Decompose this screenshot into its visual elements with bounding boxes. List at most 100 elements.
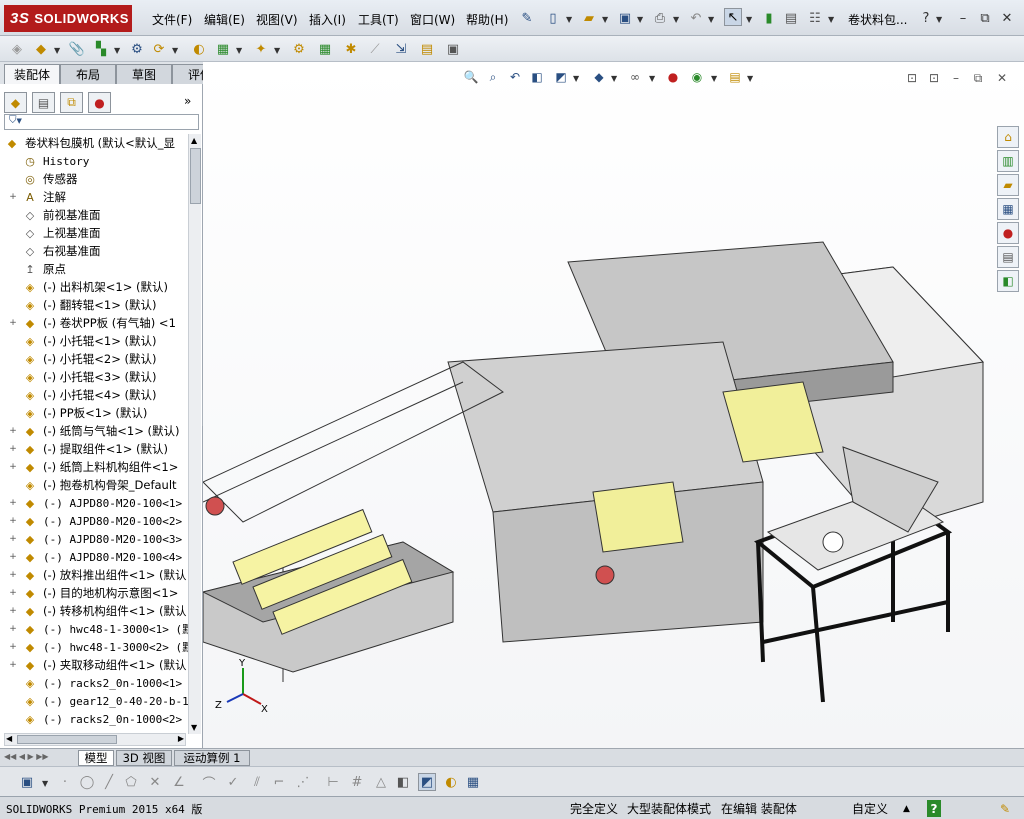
table-icon[interactable]: ▦	[464, 773, 482, 791]
menu-window[interactable]: 窗口(W)	[410, 11, 455, 28]
tree-item[interactable]: ↥ 原点	[0, 260, 66, 278]
tree-item[interactable]: ◈ (-) 抱卷机构骨架_Default	[0, 476, 177, 494]
tree-item[interactable]: ◇ 前视基准面	[0, 206, 101, 224]
apply-scene-dropdown-icon[interactable]: ▼	[711, 74, 717, 83]
new-motion-study-icon[interactable]: ⚙	[290, 40, 308, 58]
tree-expander-icon[interactable]: +	[8, 534, 18, 544]
bill-of-materials-icon[interactable]: ▦	[316, 40, 334, 58]
new-document-icon[interactable]: ▯	[544, 9, 562, 27]
tree-item[interactable]: ◇ 上视基准面	[0, 224, 101, 242]
tree-expander-icon[interactable]: +	[8, 570, 18, 580]
tree-item[interactable]: + ◆ (-) 目的地机构示意图<1>	[0, 584, 178, 602]
doc-close-icon[interactable]: ✕	[994, 70, 1010, 86]
triangle-icon[interactable]: △	[372, 773, 390, 791]
open-folder-icon[interactable]: ▰	[580, 9, 598, 27]
custom-properties-icon[interactable]: ▤	[997, 246, 1019, 268]
reference-geometry-icon[interactable]: ✦	[252, 40, 270, 58]
options-icon[interactable]: ☷	[806, 9, 824, 27]
new-dropdown-icon[interactable]: ▼	[566, 15, 572, 24]
scroll-down-icon[interactable]: ▼	[191, 723, 197, 732]
solidworks-logo[interactable]: 3S SOLIDWORKS	[4, 5, 132, 32]
tree-item[interactable]: ◈ (-) 翻转辊<1> (默认)	[0, 296, 157, 314]
tree-item[interactable]: + ◆ (-) hwc48-1-3000<1> (默认	[0, 620, 188, 638]
select-dropdown-icon[interactable]: ▼	[746, 15, 752, 24]
view-palette-icon[interactable]: ▦	[997, 198, 1019, 220]
solidworks-forum-icon[interactable]: ◧	[997, 270, 1019, 292]
view-orientation-icon[interactable]: ◩	[553, 69, 569, 85]
tree-expander-icon[interactable]: +	[8, 498, 18, 508]
show-hidden-icon[interactable]: ◐	[190, 40, 208, 58]
configuration-manager-icon[interactable]: ⧉	[60, 92, 83, 113]
grid-icon[interactable]: #	[348, 773, 366, 791]
graphics-area[interactable]: Y X Z	[203, 62, 1024, 748]
minimize-icon[interactable]: –	[954, 9, 972, 27]
hide-show-dropdown-icon[interactable]: ▼	[649, 74, 655, 83]
rebuild-traffic-light-icon[interactable]: ▮	[760, 9, 778, 27]
linear-pattern-icon[interactable]: ▚	[92, 40, 110, 58]
tab-3d-view[interactable]: 3D 视图	[116, 750, 172, 766]
tree-item[interactable]: ◈ (-) PP板<1> (默认)	[0, 404, 148, 422]
menu-file[interactable]: 文件(F)	[152, 11, 192, 28]
section-view-icon[interactable]: ◧	[529, 69, 545, 85]
menu-insert[interactable]: 插入(I)	[309, 11, 346, 28]
reference-dropdown-icon[interactable]: ▼	[274, 46, 280, 55]
viewport-split-horizontal-icon[interactable]: ⊡	[904, 70, 920, 86]
save-icon[interactable]: ▣	[616, 9, 634, 27]
tree-expander-icon[interactable]: +	[8, 318, 18, 328]
expand-tabs-icon[interactable]: »	[184, 94, 191, 108]
angle-icon[interactable]: ∠	[170, 773, 188, 791]
restore-icon[interactable]: ⧉	[976, 9, 994, 27]
open-dropdown-icon[interactable]: ▼	[602, 15, 608, 24]
menu-tools[interactable]: 工具(T)	[358, 11, 399, 28]
tab-nav-arrows-icon[interactable]: ◀◀ ◀ ▶ ▶▶	[4, 752, 49, 761]
hide-show-items-icon[interactable]: ∞	[627, 69, 643, 85]
tab-assembly[interactable]: 装配体	[4, 64, 60, 84]
appearances-icon[interactable]: ●	[997, 222, 1019, 244]
dimension-icon[interactable]: ⊢	[324, 773, 342, 791]
tree-expander-icon[interactable]: +	[8, 624, 18, 634]
tree-item[interactable]: ◈ (-) 小托辊<2> (默认)	[0, 350, 157, 368]
design-library-icon[interactable]: ▥	[997, 150, 1019, 172]
tree-item[interactable]: + ◆ (-) 夹取移动组件<1> (默认	[0, 656, 186, 674]
tab-sketch[interactable]: 草图	[116, 64, 172, 84]
solidworks-resources-icon[interactable]: ⌂	[997, 126, 1019, 148]
line-icon[interactable]: ╱	[100, 773, 118, 791]
insert-components-dropdown-icon[interactable]: ▼	[54, 46, 60, 55]
update-speedpak-icon[interactable]: ▤	[418, 40, 436, 58]
tree-expander-icon[interactable]: +	[8, 444, 18, 454]
corner-icon[interactable]: ⌐	[270, 773, 288, 791]
tree-item[interactable]: ◈ (-) 小托辊<1> (默认)	[0, 332, 157, 350]
mate-icon[interactable]: 📎	[68, 40, 86, 58]
insert-components-icon[interactable]: ◆	[32, 40, 50, 58]
display-style-icon[interactable]: ◆	[591, 69, 607, 85]
tag-icon[interactable]: ✎	[1000, 800, 1010, 817]
tab-layout[interactable]: 布局	[60, 64, 116, 84]
doc-minimize-icon[interactable]: –	[948, 70, 964, 86]
features-dropdown-icon[interactable]: ▼	[236, 46, 242, 55]
viewport-split-vertical-icon[interactable]: ⊡	[926, 70, 942, 86]
tree-expander-icon[interactable]: +	[8, 426, 18, 436]
assembly-features-icon[interactable]: ▦	[214, 40, 232, 58]
scroll-up-icon[interactable]: ▲	[191, 136, 197, 145]
pattern-dropdown-icon[interactable]: ▼	[114, 46, 120, 55]
tree-item[interactable]: ◈ (-) 小托辊<3> (默认)	[0, 368, 157, 386]
tree-item[interactable]: ◎ 传感器	[0, 170, 77, 188]
tree-vertical-scrollbar[interactable]: ▲ ▼	[188, 134, 201, 734]
scroll-left-icon[interactable]: ◀	[6, 734, 12, 743]
zoom-to-fit-icon[interactable]: 🔍	[463, 69, 479, 85]
view-cube-icon[interactable]: ◧	[394, 773, 412, 791]
menu-edit[interactable]: 编辑(E)	[204, 11, 245, 28]
offset-icon[interactable]: ⫽	[248, 773, 266, 791]
tree-expander-icon[interactable]: +	[8, 462, 18, 472]
tab-motion-study[interactable]: 运动算例 1	[174, 750, 250, 766]
take-snapshot-icon[interactable]: ▣	[444, 40, 462, 58]
explode-line-sketch-icon[interactable]: ⟋	[366, 40, 384, 58]
pin-icon[interactable]: ✎	[518, 9, 536, 27]
tree-item[interactable]: ◷ History	[0, 152, 89, 170]
tree-item[interactable]: ◈ (-) 小托辊<4> (默认)	[0, 386, 157, 404]
shaded-view-icon[interactable]: ◩	[418, 773, 436, 791]
tree-item[interactable]: + ◆ (-) AJPD80-M20-100<2> (	[0, 512, 188, 530]
tree-item[interactable]: + ◆ (-) 提取组件<1> (默认)	[0, 440, 168, 458]
previous-view-icon[interactable]: ↶	[507, 69, 523, 85]
select-arrow-icon[interactable]: ↖	[724, 8, 742, 26]
